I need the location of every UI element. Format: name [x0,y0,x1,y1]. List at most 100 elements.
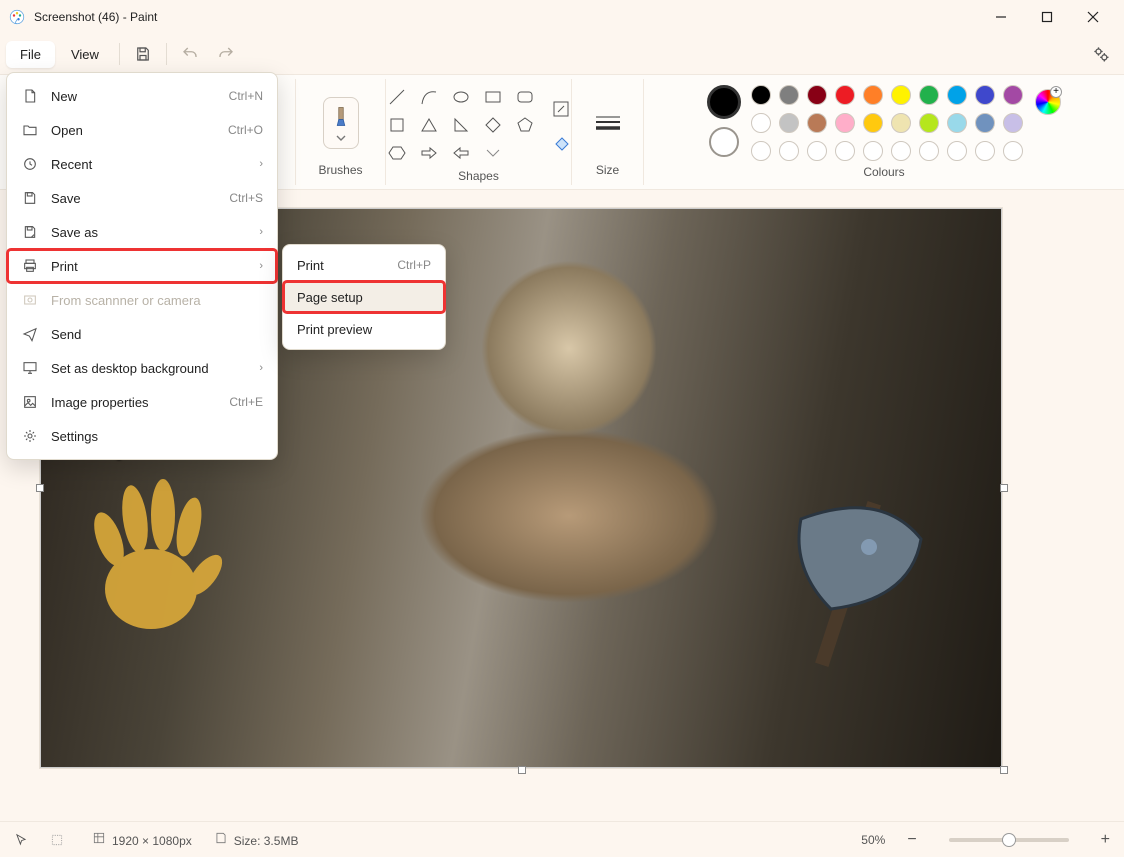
zoom-slider[interactable] [949,838,1069,842]
colour-swatch[interactable] [863,85,883,105]
redo-icon[interactable] [209,39,243,69]
shape-rect-icon[interactable] [483,87,503,107]
shape-hexagon-icon[interactable] [387,143,407,163]
shape-arrow-left-icon[interactable] [451,143,471,163]
shape-outline-icon[interactable] [549,97,573,121]
file-menu-save-as[interactable]: Save as › [7,215,277,249]
colour-swatch[interactable] [975,113,995,133]
shape-arrow-right-icon[interactable] [419,143,439,163]
menu-file[interactable]: File [6,41,55,68]
desktop-icon [21,360,39,376]
label: Page setup [297,290,363,305]
colour-swatch[interactable] [891,113,911,133]
zoom-in-button[interactable]: + [1101,831,1110,849]
colour-swatch[interactable] [919,141,939,161]
file-menu-settings[interactable]: Settings [7,419,277,453]
colour-swatch[interactable] [751,85,771,105]
ribbon-group-brushes: Brushes [296,79,386,185]
file-menu-open[interactable]: Open Ctrl+O [7,113,277,147]
shape-curve-icon[interactable] [419,87,439,107]
file-menu-new[interactable]: New Ctrl+N [7,79,277,113]
label: Settings [51,429,98,444]
file-menu-recent[interactable]: Recent › [7,147,277,181]
file-menu-save[interactable]: Save Ctrl+S [7,181,277,215]
colour-2[interactable] [709,127,739,157]
colour-swatch[interactable] [891,141,911,161]
colour-swatch[interactable] [751,141,771,161]
separator [119,43,120,65]
file-menu-send[interactable]: Send [7,317,277,351]
label: From scannner or camera [51,293,201,308]
colour-1[interactable] [707,85,741,119]
edit-colours-button[interactable] [1035,89,1061,115]
colour-swatch[interactable] [947,85,967,105]
print-submenu-print-preview[interactable]: Print preview [283,313,445,345]
settings-gear-icon[interactable] [1084,39,1118,69]
label: Image properties [51,395,149,410]
colour-swatch[interactable] [779,85,799,105]
label: Save as [51,225,98,240]
shape-more-icon[interactable] [483,143,503,163]
undo-icon[interactable] [173,39,207,69]
colour-swatch[interactable] [863,141,883,161]
menu-view[interactable]: View [57,41,113,68]
colour-swatch[interactable] [835,141,855,161]
resize-handle[interactable] [1000,766,1008,774]
shape-roundrect-icon[interactable] [515,87,535,107]
recent-icon [21,156,39,172]
colour-swatch[interactable] [975,141,995,161]
selection-icon[interactable] [50,833,64,847]
shape-diamond-icon[interactable] [483,115,503,135]
file-menu-desktop-bg[interactable]: Set as desktop background › [7,351,277,385]
colour-swatch[interactable] [975,85,995,105]
colour-swatch[interactable] [751,113,771,133]
colour-swatch[interactable] [835,85,855,105]
shape-oval-icon[interactable] [451,87,471,107]
file-menu-print[interactable]: Print › [7,249,277,283]
colour-swatch[interactable] [1003,141,1023,161]
maximize-button[interactable] [1024,0,1070,34]
label: Send [51,327,81,342]
print-submenu-page-setup[interactable]: Page setup [283,281,445,313]
resize-handle[interactable] [1000,484,1008,492]
colour-swatch[interactable] [1003,113,1023,133]
close-button[interactable] [1070,0,1116,34]
save-icon[interactable] [126,39,160,69]
colour-swatch[interactable] [947,113,967,133]
minimize-button[interactable] [978,0,1024,34]
cursor-tool-icon[interactable] [14,833,28,847]
colour-swatch[interactable] [919,113,939,133]
shape-polygon-icon[interactable] [387,115,407,135]
colour-swatch[interactable] [863,113,883,133]
print-submenu-print[interactable]: Print Ctrl+P [283,249,445,281]
colour-swatch[interactable] [779,141,799,161]
colour-swatch[interactable] [947,141,967,161]
shape-fill-icon[interactable] [549,131,573,155]
resize-handle[interactable] [36,484,44,492]
colour-swatch[interactable] [807,141,827,161]
zoom-out-button[interactable]: − [907,831,916,849]
colour-swatch[interactable] [779,113,799,133]
colour-swatch[interactable] [1003,85,1023,105]
shape-pentagon-icon[interactable] [515,115,535,135]
file-menu-image-properties[interactable]: Image properties Ctrl+E [7,385,277,419]
resize-handle[interactable] [518,766,526,774]
shapes-gallery[interactable] [385,83,539,169]
size-selector[interactable] [590,105,626,141]
colour-swatch[interactable] [919,85,939,105]
shortcut: Ctrl+E [229,395,263,409]
shape-line-icon[interactable] [387,87,407,107]
file-menu-scanner: From scannner or camera [7,283,277,317]
shape-right-triangle-icon[interactable] [451,115,471,135]
colour-palette[interactable] [751,85,1025,163]
colour-swatch[interactable] [835,113,855,133]
brush-selector[interactable] [323,97,359,149]
colour-swatch[interactable] [807,85,827,105]
colour-swatch[interactable] [891,85,911,105]
settings-icon [21,428,39,444]
zoom-slider-thumb[interactable] [1002,833,1016,847]
shape-triangle-icon[interactable] [419,115,439,135]
shapes-label: Shapes [458,169,499,187]
colour-swatch[interactable] [807,113,827,133]
colours-label: Colours [863,165,904,183]
